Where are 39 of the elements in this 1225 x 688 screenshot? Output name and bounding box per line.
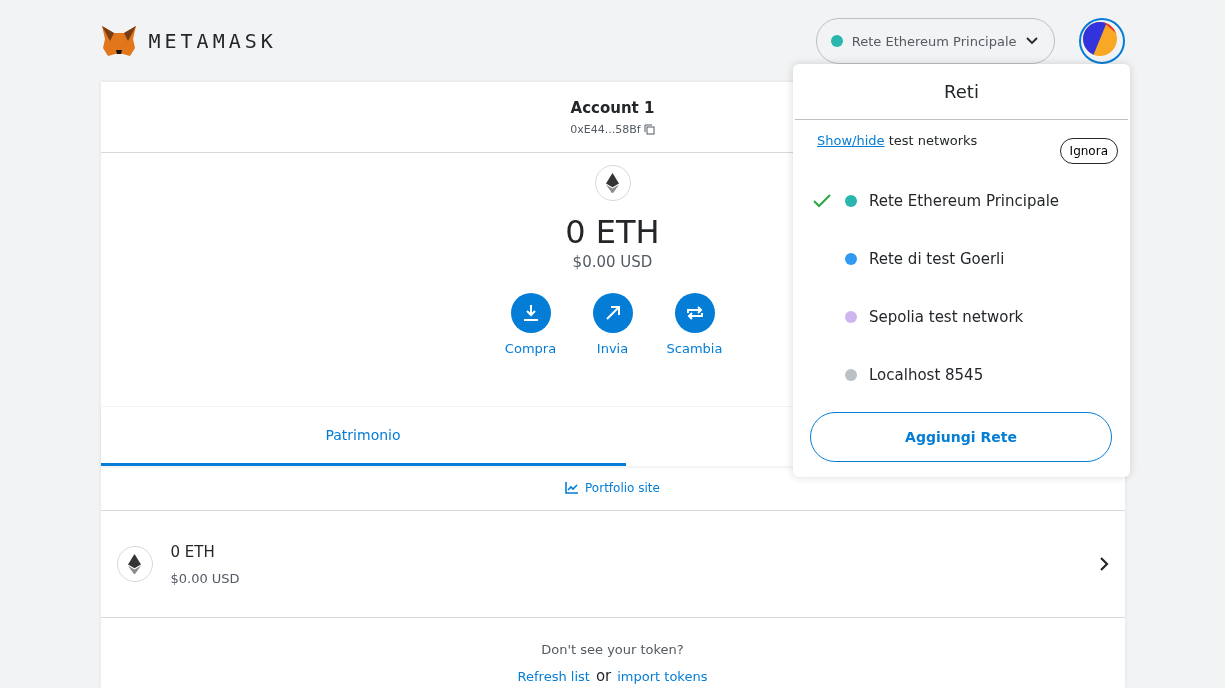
brand-name: METAMASK (148, 29, 277, 53)
chevron-down-icon (1025, 37, 1038, 45)
avatar-icon (1082, 22, 1117, 56)
swap-icon (685, 305, 704, 321)
or-text: or (595, 667, 612, 685)
action-button[interactable]: Scambia (666, 293, 723, 356)
account-name: Account 1 (570, 98, 655, 117)
token-question: Don't see your token? (541, 642, 684, 657)
add-network-button[interactable]: Aggiungi Rete (810, 412, 1112, 462)
test-networks-hint: Show/hide test networks (817, 133, 978, 148)
network-item[interactable]: Sepolia test network (793, 288, 1130, 346)
fox-logo (100, 25, 137, 57)
portfolio-link[interactable]: Portfolio site (565, 481, 660, 495)
dismiss-button[interactable]: Ignora (1059, 138, 1118, 164)
asset-fiat: $0.00 USD (170, 570, 241, 586)
network-item[interactable]: Rete Ethereum Principale (793, 172, 1130, 230)
ethereum-icon (128, 553, 141, 575)
copy-icon[interactable] (643, 123, 655, 135)
chevron-right-icon (1099, 557, 1109, 571)
action-button[interactable]: Invia (584, 293, 641, 356)
tab[interactable]: Patrimonio (100, 407, 626, 466)
download-icon (521, 304, 540, 322)
network-selector[interactable]: Rete Ethereum Principale (815, 18, 1055, 64)
account-avatar[interactable] (1078, 18, 1125, 64)
menu-title: Reti (944, 81, 979, 102)
action-button[interactable]: Compra (502, 293, 559, 356)
network-item[interactable]: Localhost 8545 (793, 346, 1130, 404)
show-hide-link[interactable]: Show/hide (817, 133, 885, 148)
asset-row[interactable]: 0 ETH $0.00 USD (100, 511, 1125, 618)
import-link[interactable]: import tokens (617, 669, 708, 684)
network-item[interactable]: Rete di test Goerli (793, 230, 1130, 288)
ethereum-icon (606, 172, 619, 194)
account-address: 0xE44...58Bf (570, 122, 641, 136)
refresh-link[interactable]: Refresh list (517, 669, 590, 684)
balance-fiat: $0.00 USD (572, 253, 653, 271)
arrow-icon (604, 305, 621, 321)
balance-amount: 0 ETH (565, 213, 660, 251)
chart-icon (565, 482, 579, 494)
asset-amount: 0 ETH (170, 542, 216, 561)
